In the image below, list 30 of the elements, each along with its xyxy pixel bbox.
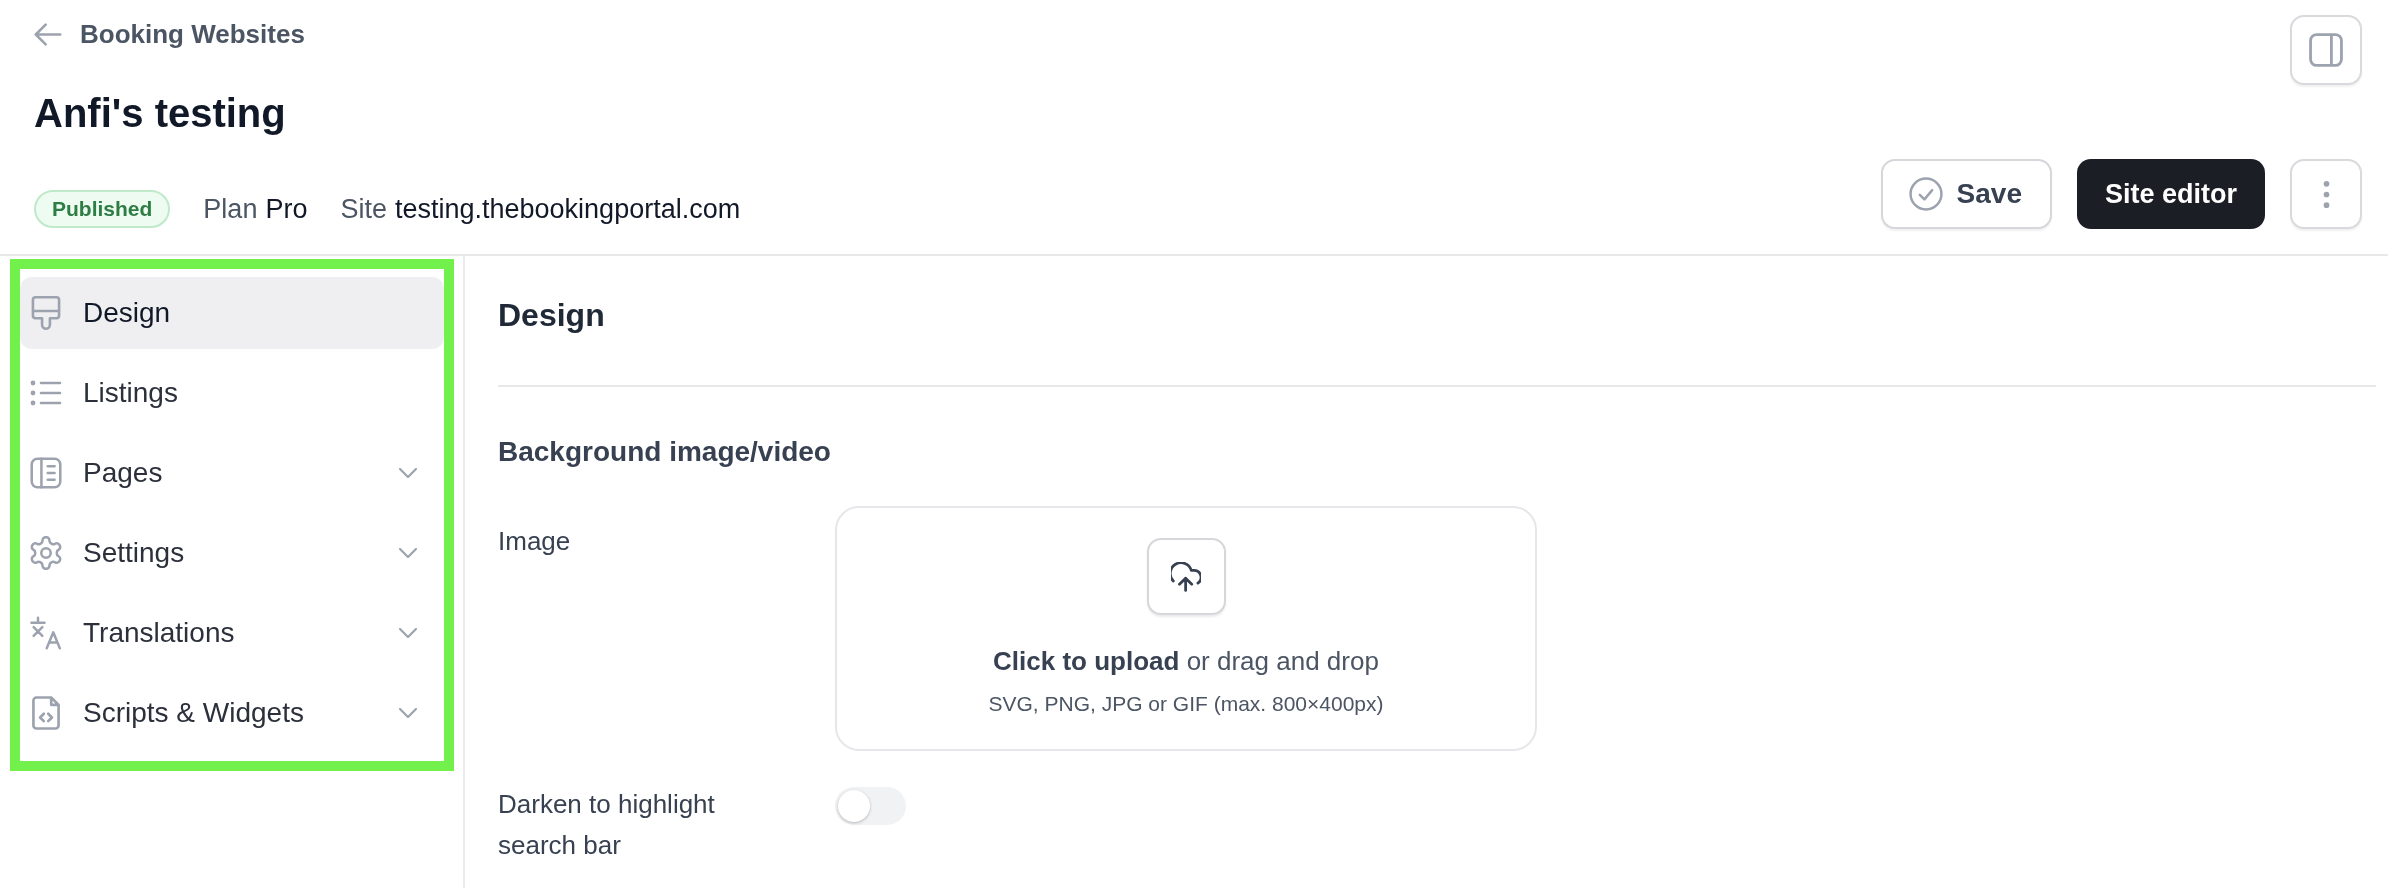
- section-title: Design: [498, 296, 606, 335]
- code-file-icon: [30, 696, 62, 730]
- plan-value: Pro: [265, 193, 308, 226]
- save-button[interactable]: Save: [1880, 159, 2052, 229]
- field-label: Image: [498, 525, 571, 557]
- gear-icon: [30, 536, 62, 570]
- page-layout-icon: [30, 456, 62, 490]
- page-title: Anfi's testing: [34, 90, 286, 137]
- subsection-title: Background image/video: [498, 435, 832, 469]
- upload-instructions: Click to upload or drag and drop: [993, 645, 1379, 678]
- toggle-switch[interactable]: [835, 787, 906, 825]
- translate-icon: [30, 616, 62, 650]
- arrow-left-icon: [34, 21, 62, 47]
- dots-vertical-icon: [2322, 180, 2330, 208]
- site-label: Site: [340, 193, 387, 226]
- back-link[interactable]: Booking Websites: [34, 14, 305, 54]
- more-options-button[interactable]: [2290, 159, 2362, 229]
- nav-item[interactable]: Design: [20, 277, 444, 349]
- site-editor-button[interactable]: Site editor: [2076, 159, 2265, 229]
- field-label: Darken to highlight search bar: [498, 788, 716, 862]
- check-circle-icon: [1908, 177, 1943, 211]
- upload-hint: SVG, PNG, JPG or GIF (max. 800×400px): [988, 691, 1384, 717]
- status-badge: Published: [34, 190, 171, 228]
- plan-label: Plan: [203, 193, 258, 226]
- site-url: testing.thebookingportal.com: [394, 193, 741, 226]
- cloud-upload-icon: [1146, 538, 1226, 615]
- upload-dropzone[interactable]: Click to upload or drag and drop SVG, PNG, JPG or GIF (max. 800×400px): [835, 506, 1537, 751]
- paintbrush-icon: [30, 296, 62, 330]
- side-panel-icon: [2309, 33, 2343, 67]
- panel-toggle-button[interactable]: [2290, 15, 2362, 85]
